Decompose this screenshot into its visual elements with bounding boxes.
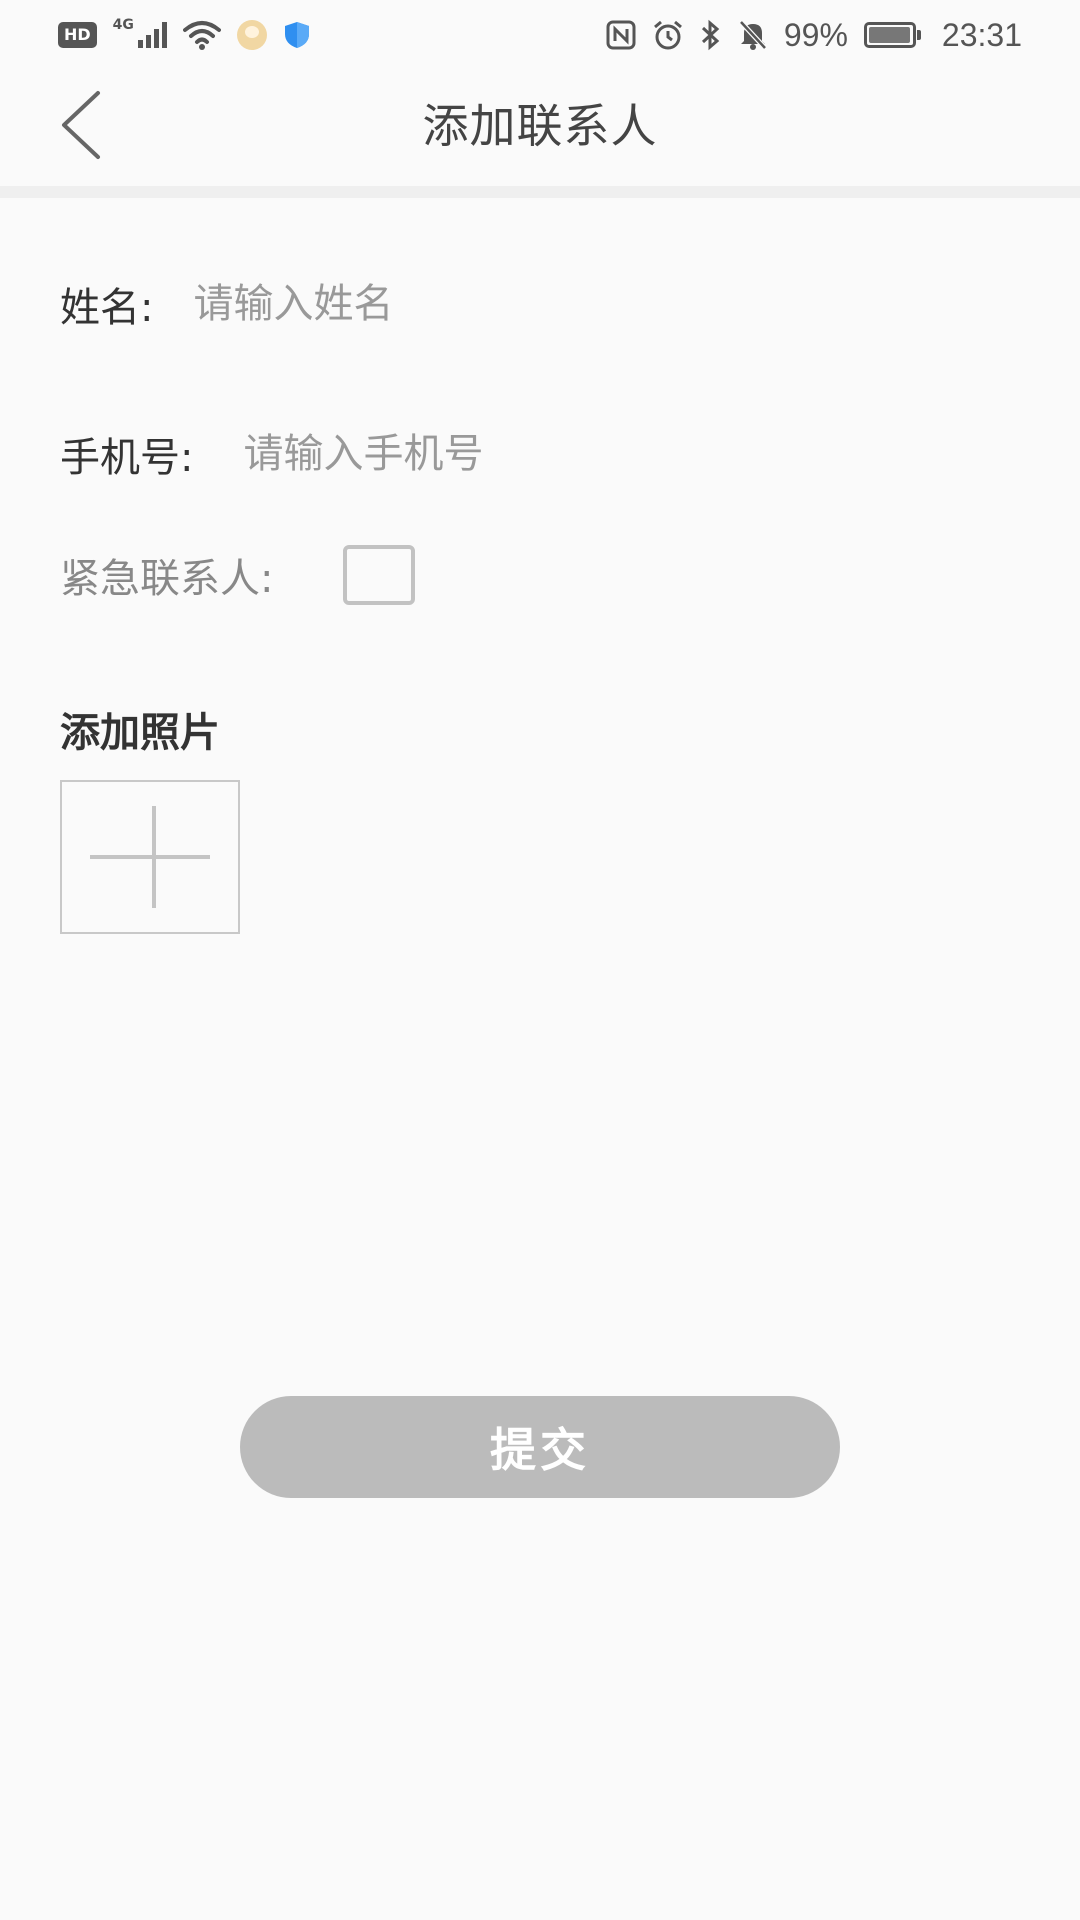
app-avatar-icon bbox=[236, 20, 267, 50]
bell-off-icon bbox=[739, 20, 767, 50]
emergency-label: 紧急联系人: bbox=[60, 556, 274, 602]
name-input[interactable] bbox=[193, 281, 754, 327]
title-bar: 添加联系人 bbox=[0, 70, 1080, 186]
status-bar: HD 4G 99% 23:31 bbox=[0, 0, 1080, 70]
emergency-row: 紧急联系人: bbox=[60, 545, 416, 605]
name-row: 姓名: bbox=[60, 275, 754, 333]
add-photo-title: 添加照片 bbox=[60, 710, 220, 756]
name-label: 姓名: bbox=[60, 285, 154, 331]
status-right: 99% 23:31 bbox=[606, 17, 1022, 54]
title-divider bbox=[0, 186, 1080, 198]
alarm-icon bbox=[653, 20, 682, 50]
battery-percent: 99% bbox=[783, 16, 848, 53]
status-time: 23:31 bbox=[941, 16, 1022, 53]
bluetooth-icon bbox=[701, 19, 720, 51]
plus-icon bbox=[90, 806, 210, 908]
network-type: 4G bbox=[112, 17, 134, 33]
nfc-icon bbox=[606, 20, 636, 50]
phone-input[interactable] bbox=[243, 431, 804, 477]
phone-row: 手机号: bbox=[60, 425, 804, 483]
shield-icon bbox=[284, 22, 309, 48]
wifi-icon bbox=[182, 21, 221, 50]
signal-icon bbox=[137, 22, 167, 48]
emergency-checkbox[interactable] bbox=[343, 545, 416, 605]
phone-label: 手机号: bbox=[60, 435, 194, 481]
battery-icon bbox=[863, 22, 921, 48]
status-left: HD 4G bbox=[58, 17, 311, 50]
add-photo-button[interactable] bbox=[60, 780, 240, 934]
hd-badge: HD bbox=[58, 22, 97, 48]
page-title: 添加联系人 bbox=[422, 99, 658, 153]
submit-button[interactable]: 提交 bbox=[240, 1396, 840, 1498]
